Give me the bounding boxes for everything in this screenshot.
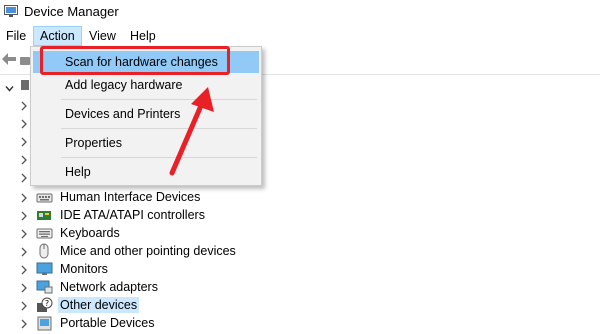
tree-row[interactable]: Mice and other pointing devices (20, 242, 580, 260)
human-interface-device-icon (36, 189, 53, 205)
back-arrow-icon[interactable] (2, 53, 16, 68)
tree-row-label: IDE ATA/ATAPI controllers (60, 208, 205, 222)
annotation-arrow-icon (160, 85, 220, 180)
tree-row[interactable]: Network adapters (20, 278, 580, 296)
title-bar: Device Manager (0, 0, 600, 24)
tree-row-label: Monitors (60, 262, 108, 276)
highlight-annotation-box (40, 46, 230, 75)
help-item[interactable]: Help (33, 161, 259, 183)
chevron-down-icon[interactable] (5, 82, 14, 92)
tree-row[interactable]: Monitors (20, 260, 580, 278)
tree-row-label: Portable Devices (60, 316, 155, 330)
menu-action[interactable]: Action (33, 26, 82, 46)
tree-row-label: Mice and other pointing devices (60, 244, 236, 258)
tree-row-label: Keyboards (60, 226, 120, 240)
tree-row-label-selected: Other devices (58, 297, 140, 313)
chevron-right-icon[interactable] (20, 282, 28, 293)
keyboard-icon (36, 225, 53, 241)
window-title: Device Manager (24, 4, 119, 19)
tree-row[interactable]: ? Other devices (20, 296, 580, 314)
chevron-right-icon[interactable] (20, 228, 28, 239)
devices-and-printers-item[interactable]: Devices and Printers (33, 103, 259, 125)
svg-text:?: ? (45, 299, 49, 308)
chevron-right-icon[interactable] (20, 118, 28, 132)
tree-row-label: Network adapters (60, 280, 158, 294)
chevron-right-icon[interactable] (20, 154, 28, 168)
unknown-device-icon: ? (36, 297, 53, 313)
chevron-right-icon[interactable] (20, 210, 28, 221)
chevron-right-icon[interactable] (20, 318, 28, 329)
tree-row[interactable]: Human Interface Devices (20, 188, 580, 206)
menu-view[interactable]: View (83, 26, 122, 46)
menu-separator (61, 128, 257, 129)
chevron-right-icon[interactable] (20, 192, 28, 203)
add-legacy-hardware-item[interactable]: Add legacy hardware (33, 74, 259, 96)
menu-separator (61, 157, 257, 158)
mouse-icon (36, 243, 53, 259)
toolbar-button-icon[interactable] (20, 57, 30, 65)
chevron-right-icon[interactable] (20, 300, 28, 311)
tree-row-label: Human Interface Devices (60, 190, 201, 204)
portable-device-icon (36, 315, 53, 331)
menu-bar: File Action View Help (0, 26, 600, 46)
chevron-right-icon[interactable] (20, 136, 28, 150)
tree-row[interactable]: Portable Devices (20, 314, 580, 332)
menu-separator (61, 99, 257, 100)
device-manager-icon (4, 5, 18, 18)
menu-file[interactable]: File (0, 26, 32, 46)
ide-controller-icon (36, 207, 53, 223)
menu-help[interactable]: Help (124, 26, 162, 46)
chevron-right-icon[interactable] (20, 264, 28, 275)
properties-item[interactable]: Properties (33, 132, 259, 154)
network-adapter-icon (36, 279, 53, 295)
chevron-right-icon[interactable] (20, 246, 28, 257)
chevron-right-icon[interactable] (20, 172, 28, 186)
monitor-icon (36, 261, 53, 277)
tree-row[interactable]: IDE ATA/ATAPI controllers (20, 206, 580, 224)
tree-row[interactable]: Keyboards (20, 224, 580, 242)
chevron-right-icon[interactable] (20, 100, 28, 114)
